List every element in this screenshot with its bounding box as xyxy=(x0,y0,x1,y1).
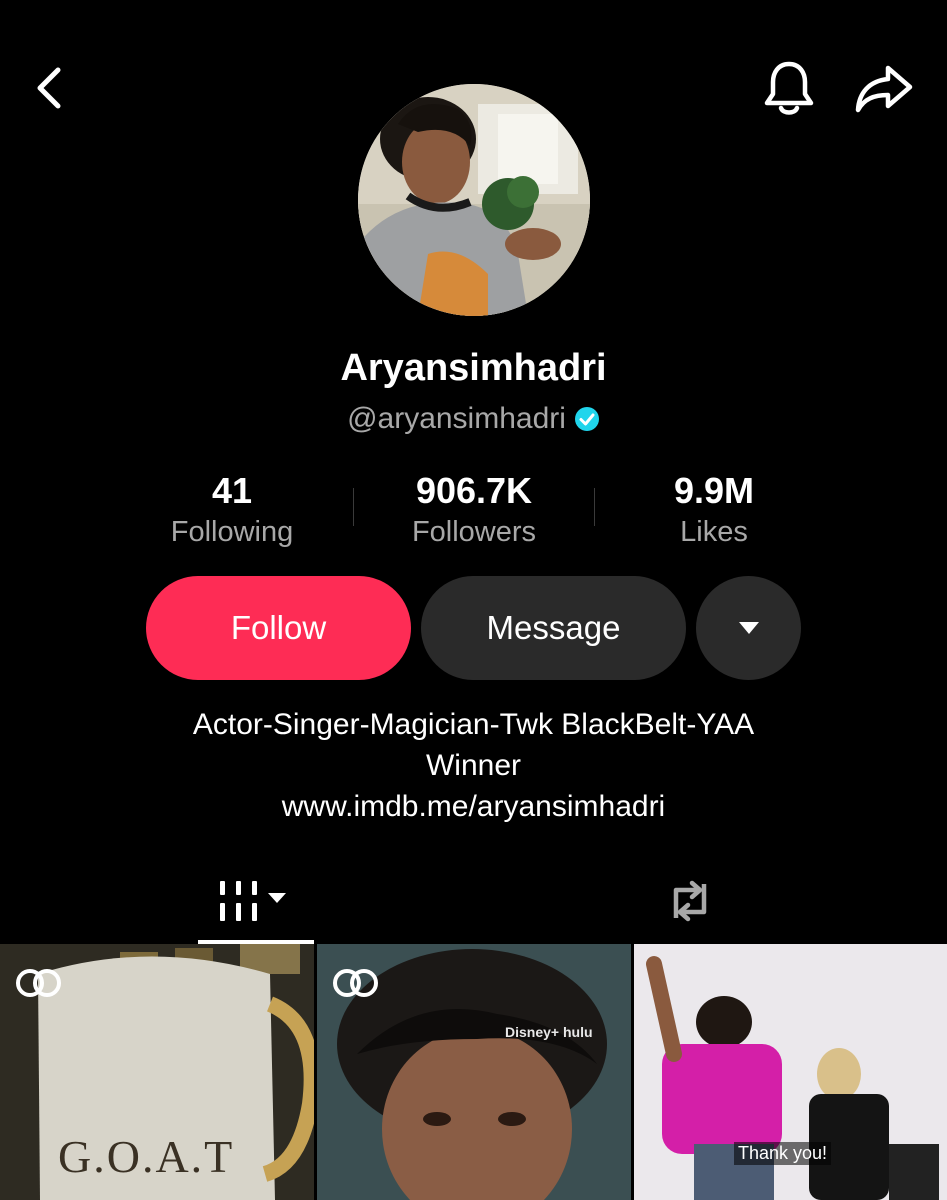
bio-link[interactable]: www.imdb.me/aryansimhadri xyxy=(0,786,947,827)
tile-caption: Thank you! xyxy=(734,1142,832,1165)
follow-button[interactable]: Follow xyxy=(146,576,411,680)
bio-text-line-1: Actor-Singer-Magician-Twk BlackBelt-YAA xyxy=(192,708,755,741)
bio: Actor-Singer-Magician-Twk BlackBelt-YAA … xyxy=(0,704,947,827)
chevron-left-icon xyxy=(37,67,61,109)
grid-icon xyxy=(220,881,286,921)
stat-followers[interactable]: 906.7K Followers xyxy=(364,468,584,550)
profile-stats: 41 Following 906.7K Followers 9.9M Likes xyxy=(0,468,947,558)
following-count: 41 xyxy=(211,470,253,511)
more-options-button[interactable] xyxy=(696,576,801,680)
display-name: Aryansimhadri xyxy=(340,347,607,389)
share-button[interactable] xyxy=(852,58,916,120)
video-tile[interactable]: G.O.A.T xyxy=(0,944,314,1200)
video-tile[interactable]: Thank you! xyxy=(634,944,947,1200)
profile-actions: Follow Message xyxy=(0,576,947,682)
verified-badge-icon xyxy=(574,406,600,432)
collab-icon xyxy=(16,969,61,997)
likes-count: 9.9M xyxy=(673,470,755,511)
share-arrow-icon xyxy=(855,65,913,113)
tile-caption: Disney+ hulu xyxy=(505,1024,593,1040)
video-tile[interactable]: Disney+ hulu xyxy=(317,944,631,1200)
following-label: Following xyxy=(170,516,294,548)
avatar-image xyxy=(358,84,590,316)
tile-caption: G.O.A.T xyxy=(58,1131,235,1182)
stat-following[interactable]: 41 Following xyxy=(122,468,342,550)
back-button[interactable] xyxy=(22,60,78,116)
followers-count: 906.7K xyxy=(415,470,533,511)
tab-reposts[interactable] xyxy=(632,862,748,940)
stat-likes[interactable]: 9.9M Likes xyxy=(604,468,824,550)
tab-videos[interactable] xyxy=(198,862,314,940)
caret-down-icon xyxy=(738,622,759,634)
message-button[interactable]: Message xyxy=(421,576,686,680)
bio-text-line-2: Winner xyxy=(425,749,522,782)
repost-icon xyxy=(673,880,707,922)
stat-divider xyxy=(353,488,354,526)
handle-row: @aryansimhadri xyxy=(0,398,947,440)
content-tabs xyxy=(0,862,947,944)
profile-page: Aryansimhadri @aryansimhadri 41 Followin… xyxy=(0,0,947,1200)
video-grid: G.O.A.T Disney+ hulu Thank you! xyxy=(0,944,947,1200)
avatar[interactable] xyxy=(358,84,590,316)
bell-icon xyxy=(764,61,814,115)
notification-bell-button[interactable] xyxy=(758,58,820,120)
username-handle: @aryansimhadri xyxy=(347,402,566,435)
likes-label: Likes xyxy=(680,516,748,548)
followers-label: Followers xyxy=(411,516,537,548)
stat-divider xyxy=(594,488,595,526)
collab-icon xyxy=(333,969,378,997)
